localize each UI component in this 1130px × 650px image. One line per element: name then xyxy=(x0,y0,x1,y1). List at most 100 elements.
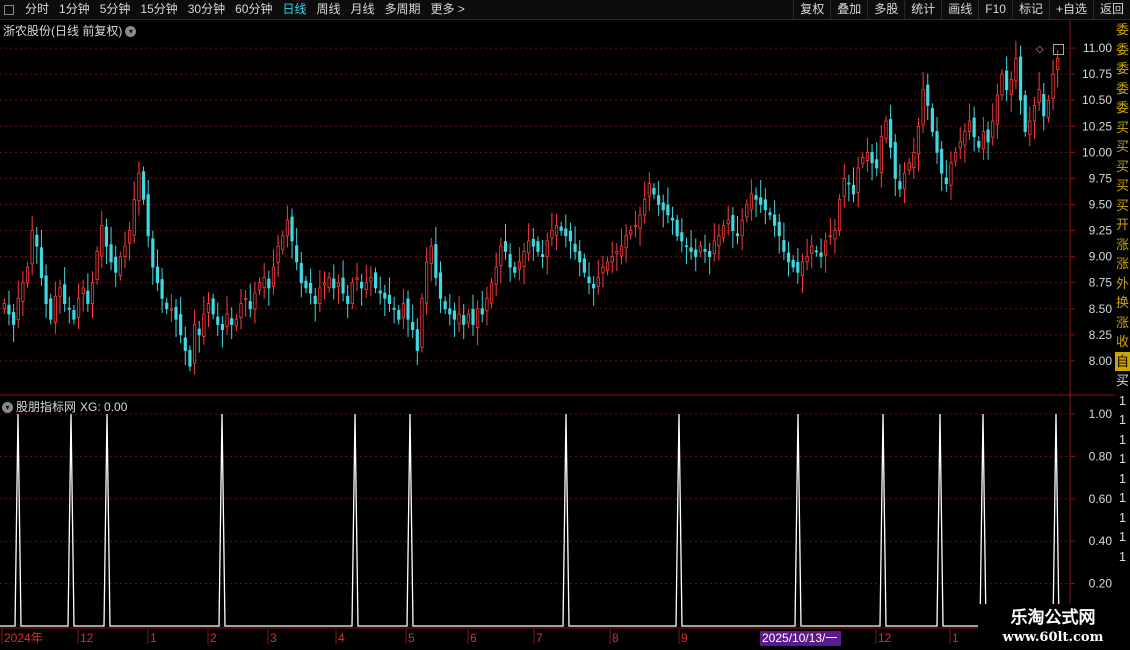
candle-body xyxy=(322,282,327,286)
candle-body xyxy=(1056,58,1060,70)
candle-body xyxy=(503,241,508,252)
candle-body xyxy=(248,301,252,310)
toolbar-action-8[interactable]: 返回 xyxy=(1092,0,1130,19)
time-tick-label: 1 xyxy=(952,631,959,645)
candle-body xyxy=(179,314,183,336)
toolbar-action-0[interactable]: 复权 xyxy=(793,0,830,19)
side-label: 涨 xyxy=(1115,314,1129,330)
candle-body xyxy=(721,224,726,238)
quote-side-panel: 委委委委委买买买买买开涨涨外换涨收自买111111111 xyxy=(1115,20,1130,630)
price-tick-label: 9.25 xyxy=(1089,224,1113,238)
candle-body xyxy=(350,282,354,304)
candle-body xyxy=(438,272,443,299)
candle-body xyxy=(146,194,150,237)
candle-body xyxy=(313,295,317,304)
candle-body xyxy=(953,151,958,162)
time-tick-label: 2 xyxy=(210,631,217,645)
candle-body xyxy=(531,239,535,247)
candle-body xyxy=(39,247,44,278)
side-label: 委 xyxy=(1115,100,1129,115)
candle-body xyxy=(1014,58,1018,82)
watermark-title: 乐淘公式网 xyxy=(1010,608,1096,627)
period-tab-7[interactable]: 周线 xyxy=(311,0,345,19)
toolbar-action-4[interactable]: 画线 xyxy=(941,0,978,19)
time-tick-label: 9 xyxy=(681,631,688,645)
candle-body xyxy=(392,307,396,310)
candle-body xyxy=(411,321,415,331)
candle-body xyxy=(35,234,39,247)
price-tick-label: 10.75 xyxy=(1082,67,1112,81)
candle-body xyxy=(434,244,438,278)
toolbar-action-1[interactable]: 叠加 xyxy=(830,0,867,19)
candle-body xyxy=(67,307,71,310)
indicator-tick-label: 0.20 xyxy=(1089,577,1113,591)
period-tab-8[interactable]: 月线 xyxy=(346,0,380,19)
side-highlight: 自 xyxy=(1115,351,1130,371)
side-label: 买 xyxy=(1115,119,1129,135)
candle-body xyxy=(12,312,16,325)
candle-body xyxy=(406,298,410,320)
side-value: 1 xyxy=(1118,548,1127,564)
candle-body xyxy=(568,230,573,242)
time-tick-label: 1 xyxy=(150,631,157,645)
candle-body xyxy=(216,316,220,325)
watermark-url: www.60lt.com xyxy=(1002,630,1104,645)
candle-body xyxy=(100,224,104,257)
side-label: 涨 xyxy=(1115,236,1129,252)
period-tab-3[interactable]: 15分钟 xyxy=(135,0,182,19)
candle-body xyxy=(58,287,62,297)
candle-body xyxy=(810,245,814,254)
candle-body xyxy=(643,198,647,216)
kline-chart[interactable]: 8.008.258.508.759.009.259.509.7510.0010.… xyxy=(0,20,1130,650)
candle-body xyxy=(202,313,206,337)
candle-body xyxy=(457,313,461,325)
candle-body xyxy=(694,249,698,258)
candle-body xyxy=(452,310,457,320)
candle-body xyxy=(680,232,684,242)
price-tick-label: 8.25 xyxy=(1089,328,1113,342)
candle-body xyxy=(615,251,619,254)
toolbar-action-2[interactable]: 多股 xyxy=(867,0,904,19)
period-tab-0[interactable]: 分时 xyxy=(20,0,54,19)
candle-body xyxy=(387,294,392,304)
candle-body xyxy=(378,290,382,294)
toolbar-action-6[interactable]: 标记 xyxy=(1011,0,1049,19)
period-tab-4[interactable]: 30分钟 xyxy=(183,0,230,19)
toolbar-action-5[interactable]: F10 xyxy=(978,0,1012,19)
candle-body xyxy=(1051,73,1055,100)
candle-body xyxy=(828,235,832,238)
period-tab-10[interactable]: 更多 > xyxy=(426,0,470,19)
candle-body xyxy=(155,266,160,284)
side-value: 1 xyxy=(1118,509,1127,525)
candle-body xyxy=(109,244,113,263)
side-value: 1 xyxy=(1118,490,1127,505)
candle-body xyxy=(253,292,257,310)
candle-body xyxy=(420,297,424,348)
candle-body xyxy=(206,303,211,313)
price-tick-label: 8.75 xyxy=(1089,276,1113,290)
window-square-icon[interactable] xyxy=(4,4,14,15)
candle-body xyxy=(624,235,628,249)
period-tab-5[interactable]: 60分钟 xyxy=(230,0,277,19)
candle-body xyxy=(967,120,972,132)
candle-body xyxy=(239,303,243,319)
price-tick-label: 9.50 xyxy=(1089,198,1113,212)
candle-body xyxy=(360,281,364,289)
candle-body xyxy=(522,251,526,267)
candle-body xyxy=(1009,78,1013,95)
period-tab-9[interactable]: 多周期 xyxy=(380,0,426,19)
candle-body xyxy=(517,261,521,270)
candle-body xyxy=(90,282,95,304)
period-tab-6[interactable]: 日线 xyxy=(277,0,311,19)
period-tab-2[interactable]: 5分钟 xyxy=(95,0,136,19)
price-tick-label: 10.50 xyxy=(1082,93,1112,107)
candle-body xyxy=(234,318,238,327)
price-tick-label: 8.50 xyxy=(1089,302,1113,316)
candle-body xyxy=(72,309,76,320)
toolbar-action-3[interactable]: 统计 xyxy=(904,0,941,19)
period-tab-1[interactable]: 1分钟 xyxy=(54,0,95,19)
candle-body xyxy=(596,277,600,287)
candle-body xyxy=(336,282,341,287)
toolbar-action-7[interactable]: +自选 xyxy=(1048,0,1093,19)
candle-body xyxy=(485,297,489,312)
